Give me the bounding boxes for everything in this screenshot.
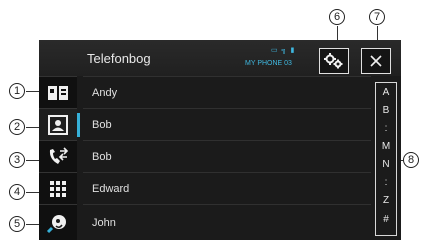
contact-name: Bob	[92, 150, 112, 163]
voice-recognition-icon	[46, 214, 66, 233]
list-item[interactable]: Bob	[83, 108, 371, 140]
callout-6: 6	[329, 9, 345, 25]
index-letter[interactable]: A	[376, 87, 396, 98]
list-item[interactable]: Andy	[83, 76, 371, 108]
callout-5: 5	[9, 216, 25, 232]
index-letter: :	[384, 123, 388, 134]
close-icon	[370, 55, 382, 67]
contact-list: Andy Bob Bob Edward John	[83, 76, 371, 240]
list-item[interactable]: John	[83, 204, 371, 240]
sidebar-item-call-history[interactable]	[39, 140, 77, 172]
close-button[interactable]	[361, 48, 391, 74]
status-icons: ▭ ╗ ▮	[271, 47, 296, 54]
keypad-icon	[50, 180, 66, 197]
page-title: Telefonbog	[87, 51, 151, 66]
phonebook-screen: Telefonbog ▭ ╗ ▮ MY PHONE 03 Andy Bob Bo…	[39, 40, 401, 240]
index-letter[interactable]: N	[376, 159, 396, 170]
settings-icon	[324, 53, 343, 69]
contact-name: Bob	[92, 118, 112, 131]
callout-1: 1	[9, 83, 25, 99]
callout-8: 8	[403, 152, 419, 168]
sidebar-item-voice-recognition[interactable]	[39, 204, 77, 240]
sidebar-item-phonebook[interactable]	[39, 76, 77, 108]
source-sidebar	[39, 76, 80, 240]
contact-name: Edward	[92, 182, 130, 195]
header-bar: Telefonbog ▭ ╗ ▮ MY PHONE 03	[39, 40, 401, 76]
index-letter[interactable]: B	[376, 105, 396, 116]
list-item[interactable]: Edward	[83, 172, 371, 204]
index-letter[interactable]: M	[376, 141, 396, 152]
contact-card-icon	[48, 114, 68, 135]
sidebar-item-keypad[interactable]	[39, 172, 77, 204]
contact-name: Andy	[92, 86, 118, 99]
contact-name: John	[92, 216, 116, 229]
settings-button[interactable]	[319, 48, 349, 74]
callout-3: 3	[9, 152, 25, 168]
callout-7: 7	[369, 9, 385, 25]
index-letter: :	[384, 177, 388, 188]
list-item[interactable]: Bob	[83, 140, 371, 172]
alphabet-index-bar[interactable]: A B : M N : Z #	[375, 82, 397, 236]
call-history-icon	[49, 146, 69, 164]
sidebar-item-contacts[interactable]	[39, 108, 80, 140]
device-name: MY PHONE 03	[245, 60, 292, 67]
index-letter[interactable]: #	[376, 214, 396, 225]
phonebook-icon	[48, 85, 68, 100]
callout-2: 2	[9, 119, 25, 135]
callout-4: 4	[9, 184, 25, 200]
index-letter[interactable]: Z	[376, 195, 396, 206]
